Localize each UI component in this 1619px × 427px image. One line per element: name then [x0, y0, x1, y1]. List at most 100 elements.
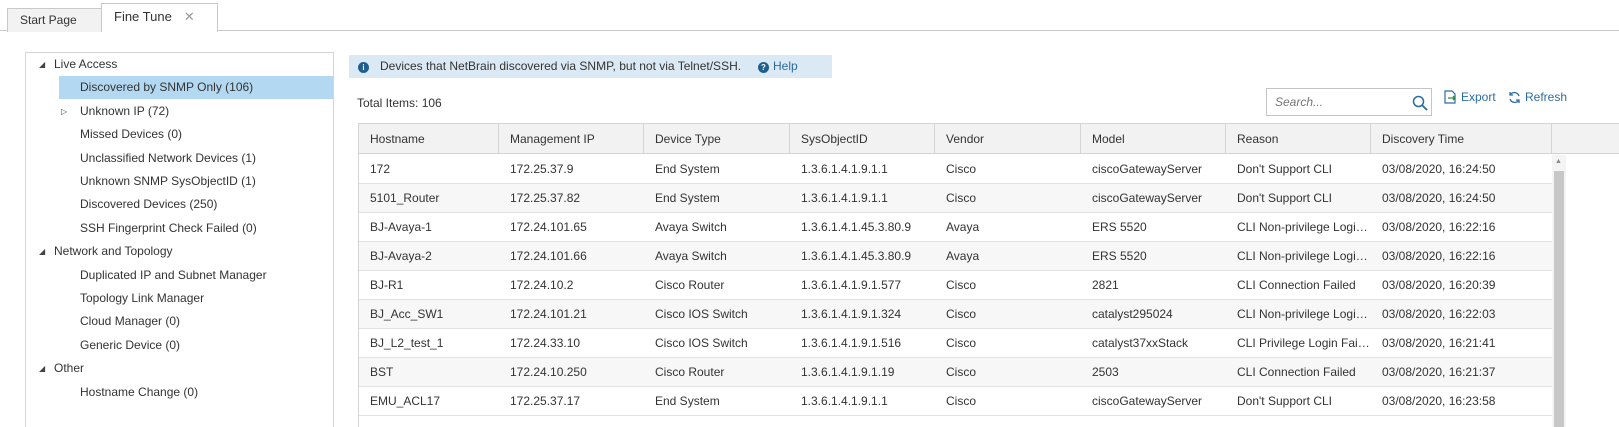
tree-item-duplicated-ip-and-subnet-manager[interactable]: Duplicated IP and Subnet Manager [26, 264, 333, 287]
tree-item-unknown-ip[interactable]: ▷ Unknown IP (72) [26, 100, 333, 123]
column-header-model[interactable]: Model [1081, 124, 1226, 154]
tab-fine-tune-label: Fine Tune [114, 9, 172, 24]
tree-item-label: SSH Fingerprint Check Failed (0) [80, 221, 257, 235]
cell-hostname: EMU_ACL17 [370, 394, 441, 408]
tab-fine-tune[interactable]: Fine Tune ✕ [101, 3, 218, 32]
search-input[interactable] [1273, 93, 1409, 111]
cell-hostname: BST [370, 365, 394, 379]
cell-discovery-time: 03/08/2020, 16:20:39 [1382, 278, 1496, 292]
tree-item-label: Topology Link Manager [80, 291, 205, 305]
cell-reason: CLI Non-privilege Login... [1237, 220, 1371, 234]
caret-down-icon[interactable]: ◢ [39, 240, 45, 263]
cell-sysobjectid: 1.3.6.1.4.1.9.1.19 [801, 365, 895, 379]
refresh-label: Refresh [1525, 90, 1568, 104]
table-row[interactable]: 172 172.25.37.9 End System 1.3.6.1.4.1.9.1.… [359, 155, 1552, 184]
tab-start-page[interactable]: Start Page [7, 8, 102, 32]
cell-model: catalyst37xxStack [1092, 336, 1189, 350]
column-header-vendor[interactable]: Vendor [935, 124, 1081, 154]
table-row[interactable]: 5101_Router 172.25.37.82 End System 1.3.6.1… [359, 184, 1552, 213]
cell-model: ciscoGatewayServer [1092, 162, 1203, 176]
cell-model: catalyst295024 [1092, 307, 1173, 321]
cell-management-ip: 172.24.101.66 [510, 249, 587, 263]
info-banner: i Devices that NetBrain discovered via S… [349, 55, 832, 78]
tree-item-unknown-snmp-sysobjectid[interactable]: Unknown SNMP SysObjectID (1) [26, 170, 333, 193]
tree-item-label: Hostname Change (0) [80, 385, 199, 399]
cell-vendor: Cisco [946, 278, 977, 292]
vertical-scrollbar[interactable]: ▲ [1552, 155, 1566, 427]
cell-sysobjectid: 1.3.6.1.4.1.9.1.577 [801, 278, 902, 292]
cell-hostname: BJ_Acc_SW1 [370, 307, 444, 321]
tree-item-network-and-topology[interactable]: ◢ Network and Topology [26, 240, 333, 263]
refresh-button[interactable]: Refresh [1508, 90, 1567, 104]
column-header-reason[interactable]: Reason [1226, 124, 1371, 154]
column-header-sysobjectid[interactable]: SysObjectID [790, 124, 935, 154]
cell-vendor: Cisco [946, 307, 977, 321]
tree-item-other[interactable]: ◢ Other [26, 357, 333, 380]
help-link[interactable]: Help [773, 55, 798, 78]
cell-management-ip: 172.25.37.9 [510, 162, 574, 176]
tree-item-label: Discovered by SNMP Only (106) [80, 80, 254, 94]
scroll-up-icon[interactable]: ▲ [1555, 158, 1562, 165]
tree-item-topology-link-manager[interactable]: Topology Link Manager [26, 287, 333, 310]
cell-device-type: End System [655, 191, 720, 205]
export-button[interactable]: Export [1444, 90, 1496, 104]
tree-item-live-access[interactable]: ◢ Live Access [26, 53, 333, 76]
table-row[interactable]: EMU_ACL17 172.25.37.17 End System 1.3.6.1.4… [359, 387, 1552, 416]
tree-item-label: Network and Topology [54, 244, 173, 258]
column-header-hostname[interactable]: Hostname [359, 124, 499, 154]
cell-device-type: End System [655, 162, 720, 176]
cell-sysobjectid: 1.3.6.1.4.1.9.1.324 [801, 307, 902, 321]
search-box[interactable] [1266, 88, 1432, 116]
search-icon[interactable] [1412, 95, 1428, 111]
column-header-device-type[interactable]: Device Type [644, 124, 790, 154]
table-row[interactable]: BST 172.24.10.250 Cisco Router 1.3.6.1.4.1.… [359, 358, 1552, 387]
caret-right-icon[interactable]: ▷ [61, 100, 67, 123]
close-icon[interactable]: ✕ [184, 9, 195, 24]
tree-item-missed-devices[interactable]: Missed Devices (0) [26, 123, 333, 146]
tree-item-discovered-by-snmp-only[interactable]: Discovered by SNMP Only (106) [59, 76, 333, 99]
tree-item-unclassified-network-devices[interactable]: Unclassified Network Devices (1) [26, 147, 333, 170]
table-row[interactable]: BJ-Avaya-1 172.24.101.65 Avaya Switch 1.3.6… [359, 213, 1552, 242]
tree-item-label: Generic Device (0) [80, 338, 181, 352]
cell-device-type: Avaya Switch [655, 220, 727, 234]
cell-management-ip: 172.24.33.10 [510, 336, 581, 350]
cell-device-type: Avaya Switch [655, 249, 727, 263]
cell-reason: CLI Non-privilege Login... [1237, 249, 1371, 263]
cell-device-type: Cisco Router [655, 365, 725, 379]
table-row[interactable]: BJ-Avaya-2 172.24.101.66 Avaya Switch 1.3.6… [359, 242, 1552, 271]
cell-model: ERS 5520 [1092, 220, 1147, 234]
column-header-discovery-time[interactable]: Discovery Time [1371, 124, 1552, 154]
table-row[interactable]: BJ-R1 172.24.10.2 Cisco Router 1.3.6.1.4.1.… [359, 271, 1552, 300]
tree-item-label: Cloud Manager (0) [80, 314, 181, 328]
tree-item-discovered-devices[interactable]: Discovered Devices (250) [26, 193, 333, 216]
cell-management-ip: 172.25.37.17 [510, 394, 581, 408]
cell-discovery-time: 03/08/2020, 16:22:16 [1382, 249, 1496, 263]
cell-vendor: Cisco [946, 394, 977, 408]
cell-device-type: Cisco IOS Switch [655, 336, 748, 350]
tree-item-hostname-change[interactable]: Hostname Change (0) [26, 381, 333, 404]
table-row[interactable]: BJ_Acc_SW1 172.24.101.21 Cisco IOS Switch 1… [359, 300, 1552, 329]
cell-management-ip: 172.24.101.65 [510, 220, 587, 234]
tab-bar: Start Page Fine Tune ✕ [0, 0, 1619, 32]
cell-vendor: Cisco [946, 162, 977, 176]
cell-discovery-time: 03/08/2020, 16:21:37 [1382, 365, 1496, 379]
scrollbar-thumb[interactable] [1554, 171, 1564, 427]
tree-item-label: Unknown SNMP SysObjectID (1) [80, 174, 256, 188]
cell-sysobjectid: 1.3.6.1.4.1.9.1.516 [801, 336, 902, 350]
tree-item-generic-device[interactable]: Generic Device (0) [26, 334, 333, 357]
cell-vendor: Cisco [946, 336, 977, 350]
cell-hostname: 5101_Router [370, 191, 440, 205]
column-header-management-ip[interactable]: Management IP [499, 124, 644, 154]
caret-down-icon[interactable]: ◢ [39, 53, 45, 76]
cell-hostname: BJ_L2_test_1 [370, 336, 444, 350]
tree-item-ssh-fingerprint-check-failed[interactable]: SSH Fingerprint Check Failed (0) [26, 217, 333, 240]
table-row[interactable]: BJ_L2_test_1 172.24.33.10 Cisco IOS Switch… [359, 329, 1552, 358]
cell-device-type: Cisco IOS Switch [655, 307, 748, 321]
caret-down-icon[interactable]: ◢ [39, 357, 45, 380]
cell-model: 2821 [1092, 278, 1119, 292]
help-icon[interactable]: ? [758, 62, 769, 73]
cell-model: ciscoGatewayServer [1092, 394, 1203, 408]
cell-sysobjectid: 1.3.6.1.4.1.9.1.1 [801, 162, 888, 176]
category-tree: ◢ Live Access Discovered by SNMP Only (106… [25, 52, 334, 427]
tree-item-cloud-manager[interactable]: Cloud Manager (0) [26, 310, 333, 333]
